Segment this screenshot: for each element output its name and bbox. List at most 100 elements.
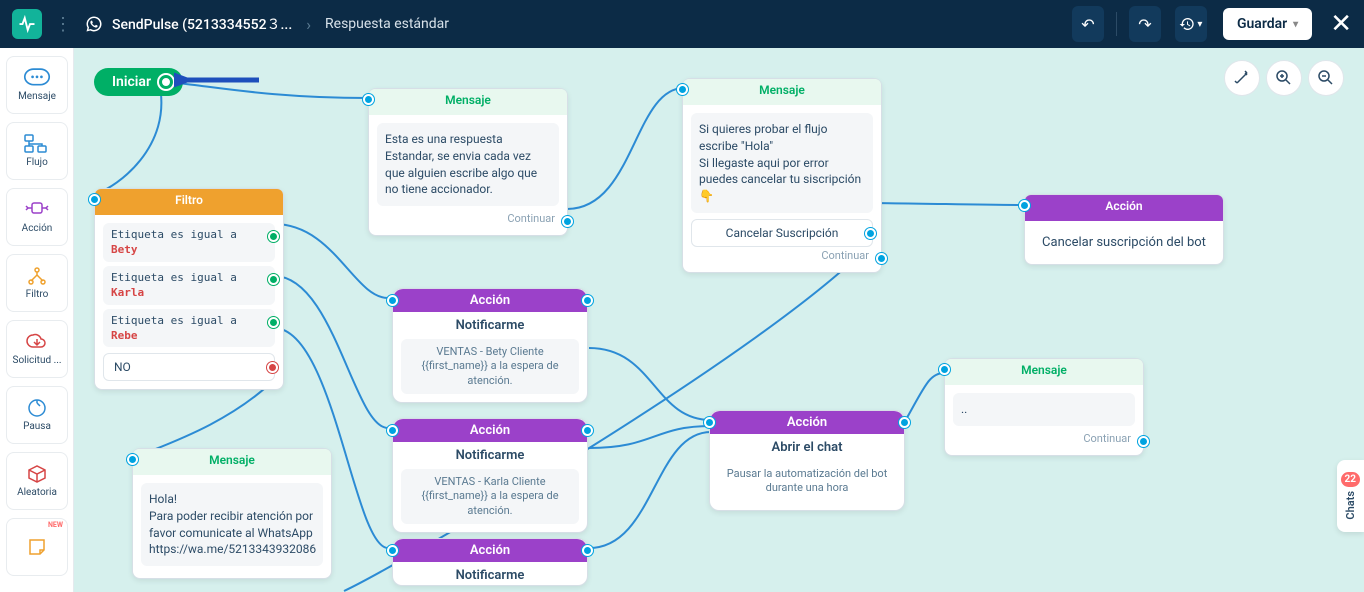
whatsapp-icon xyxy=(84,14,104,34)
action-subtitle: Notificarme xyxy=(393,442,587,465)
action-body: Pausar la automatización del bot durante… xyxy=(718,461,896,502)
node-header: Acción xyxy=(710,411,904,434)
message-body: .. xyxy=(953,393,1135,426)
input-port[interactable] xyxy=(387,425,398,436)
input-port[interactable] xyxy=(677,84,688,95)
message-body: Esta es una respuesta Estandar, se envia… xyxy=(377,123,559,206)
output-port[interactable] xyxy=(865,228,876,239)
action-subtitle: Notificarme xyxy=(393,312,587,335)
close-button[interactable]: ✕ xyxy=(1330,9,1352,39)
zoom-in-button[interactable] xyxy=(1266,60,1302,96)
random-icon xyxy=(23,464,51,484)
input-port[interactable] xyxy=(363,94,374,105)
message-body: Si quieres probar el flujo escribe "Hola… xyxy=(691,113,873,213)
output-port[interactable] xyxy=(582,425,593,436)
wand-icon xyxy=(1234,70,1250,86)
app-header: ⋮ SendPulse (5213334552３... › Respuesta … xyxy=(0,0,1364,48)
filter-row: Etiqueta es igual aBety xyxy=(103,223,275,262)
arrow-annotation xyxy=(174,60,264,100)
chats-label: Chats xyxy=(1344,491,1357,520)
output-port[interactable] xyxy=(267,362,278,373)
history-button[interactable]: ▾ xyxy=(1175,6,1207,42)
chats-count-badge: 22 xyxy=(1341,472,1360,487)
output-port[interactable] xyxy=(562,216,573,227)
page-title[interactable]: Respuesta estándar xyxy=(325,16,449,32)
history-icon xyxy=(1179,16,1195,32)
redo-button[interactable]: ↷ xyxy=(1129,6,1161,42)
message-body: Hola! Para poder recibir atención por fa… xyxy=(141,483,323,566)
action-subtitle: Notificarme xyxy=(393,562,587,585)
action-subtitle: Abrir el chat xyxy=(710,434,904,457)
input-port[interactable] xyxy=(387,295,398,306)
chevron-down-icon: ▾ xyxy=(1293,19,1298,30)
menu-dots-icon[interactable]: ⋮ xyxy=(54,14,72,35)
action-node[interactable]: Acción Notificarme VENTAS - Karla Client… xyxy=(392,418,588,533)
filter-icon xyxy=(23,266,51,286)
zoom-in-icon xyxy=(1276,70,1292,86)
output-port[interactable] xyxy=(899,417,910,428)
start-output-port[interactable] xyxy=(159,75,173,89)
sidebar-item-solicitud[interactable]: Solicitud ... xyxy=(6,320,68,378)
flow-canvas[interactable]: Iniciar Filtro Etiqueta es igual aBety E… xyxy=(74,48,1364,592)
output-port[interactable] xyxy=(582,295,593,306)
message-node[interactable]: Mensaje Hola! Para poder recibir atenció… xyxy=(132,448,332,579)
tool-sidebar: Mensaje Flujo Acción Filtro Solicitud ..… xyxy=(0,48,74,592)
sidebar-item-flujo[interactable]: Flujo xyxy=(6,122,68,180)
app-logo[interactable] xyxy=(12,9,42,39)
sidebar-item-aleatoria[interactable]: Aleatoria xyxy=(6,452,68,510)
undo-button[interactable]: ↶ xyxy=(1072,6,1104,42)
node-header: Acción xyxy=(393,419,587,442)
input-port[interactable] xyxy=(939,364,950,375)
sidebar-label: Solicitud ... xyxy=(13,356,62,366)
output-port[interactable] xyxy=(268,317,279,328)
input-port[interactable] xyxy=(704,417,715,428)
filter-node[interactable]: Filtro Etiqueta es igual aBety Etiqueta … xyxy=(94,188,284,390)
divider xyxy=(1116,12,1117,36)
magic-fit-button[interactable] xyxy=(1224,60,1260,96)
node-header: Mensaje xyxy=(683,79,881,105)
sidebar-item-mensaje[interactable]: Mensaje xyxy=(6,56,68,114)
sidebar-label: Pausa xyxy=(23,422,51,432)
output-port[interactable] xyxy=(1138,436,1149,447)
continue-label: Continuar xyxy=(953,430,1135,447)
zoom-controls xyxy=(1224,60,1344,96)
message-icon xyxy=(23,68,51,88)
input-port[interactable] xyxy=(387,545,398,556)
message-node[interactable]: Mensaje Esta es una respuesta Estandar, … xyxy=(368,88,568,236)
sidebar-item-filtro[interactable]: Filtro xyxy=(6,254,68,312)
sidebar-item-accion[interactable]: Acción xyxy=(6,188,68,246)
sidebar-label: Mensaje xyxy=(18,92,56,102)
chats-sidebar-tab[interactable]: 22 Chats xyxy=(1337,460,1364,532)
start-label: Iniciar xyxy=(112,74,151,90)
output-port[interactable] xyxy=(268,274,279,285)
filter-row: Etiqueta es igual aKarla xyxy=(103,266,275,305)
start-node[interactable]: Iniciar xyxy=(94,68,183,96)
sidebar-item-comentarios[interactable]: NEW xyxy=(6,518,68,576)
continue-label: Continuar xyxy=(691,247,873,264)
filter-row: Etiqueta es igual aRebe xyxy=(103,309,275,348)
node-header: Acción xyxy=(1025,195,1223,221)
message-node[interactable]: Mensaje Si quieres probar el flujo escri… xyxy=(682,78,882,273)
sidebar-item-pausa[interactable]: Pausa xyxy=(6,386,68,444)
api-icon xyxy=(23,332,51,352)
account-name[interactable]: SendPulse (5213334552３... xyxy=(112,14,292,34)
node-header: Mensaje xyxy=(945,359,1143,385)
save-button[interactable]: Guardar ▾ xyxy=(1223,8,1312,40)
output-port[interactable] xyxy=(876,253,887,264)
action-node[interactable]: Acción Abrir el chat Pausar la automatiz… xyxy=(709,410,905,511)
input-port[interactable] xyxy=(89,194,100,205)
message-node[interactable]: Mensaje .. Continuar xyxy=(944,358,1144,456)
action-node[interactable]: Acción Notificarme xyxy=(392,538,588,586)
note-icon xyxy=(23,537,51,557)
continue-label: Continuar xyxy=(377,210,559,227)
pulse-icon xyxy=(18,15,36,33)
output-port[interactable] xyxy=(268,231,279,242)
input-port[interactable] xyxy=(127,454,138,465)
save-label: Guardar xyxy=(1237,16,1287,32)
message-button[interactable]: Cancelar Suscripción xyxy=(691,219,873,247)
input-port[interactable] xyxy=(1019,200,1030,211)
zoom-out-button[interactable] xyxy=(1308,60,1344,96)
action-node[interactable]: Acción Notificarme VENTAS - Bety Cliente… xyxy=(392,288,588,403)
output-port[interactable] xyxy=(582,545,593,556)
action-node[interactable]: Acción Cancelar suscripción del bot xyxy=(1024,194,1224,265)
